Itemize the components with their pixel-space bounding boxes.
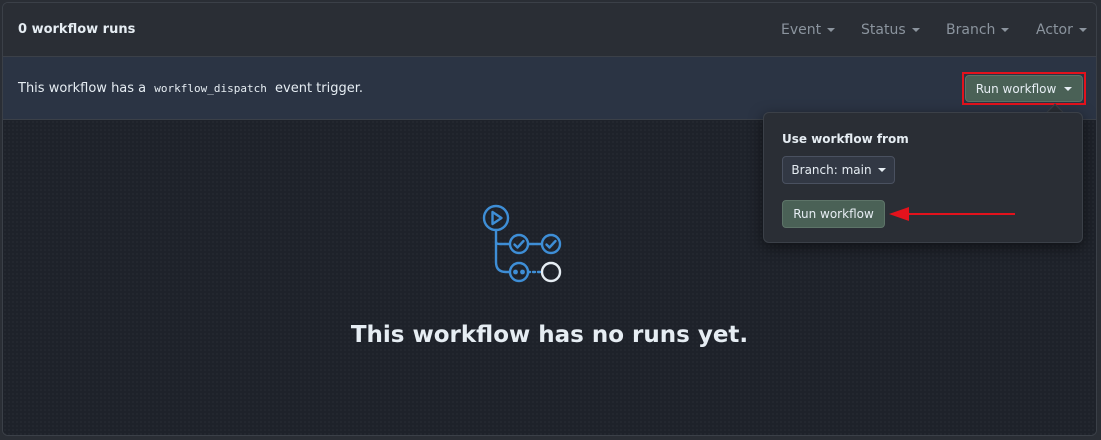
- run-workflow-dropdown-button[interactable]: Run workflow: [965, 75, 1083, 102]
- use-workflow-from-label: Use workflow from: [782, 132, 909, 146]
- event-trigger-code: workflow_dispatch: [154, 82, 267, 95]
- branch-filter-label: Branch: [946, 22, 996, 38]
- branch-select-button[interactable]: Branch: main: [782, 156, 895, 184]
- chevron-down-icon: [827, 28, 836, 32]
- event-filter[interactable]: Event: [781, 22, 836, 38]
- chevron-down-icon: [877, 168, 886, 172]
- red-arrow-annotation-icon: [889, 207, 1015, 221]
- runs-count-title: 0 workflow runs: [18, 22, 136, 37]
- actor-filter[interactable]: Actor: [1036, 22, 1087, 38]
- runs-header: 0 workflow runs Event Status Branch Acto…: [3, 3, 1096, 57]
- workflow-graph-icon: [482, 204, 562, 283]
- chevron-down-icon: [1064, 86, 1073, 91]
- run-workflow-submit-label: Run workflow: [793, 207, 874, 221]
- run-workflow-submit-button[interactable]: Run workflow: [782, 200, 885, 228]
- status-filter[interactable]: Status: [861, 22, 920, 38]
- status-filter-label: Status: [861, 22, 906, 38]
- dispatch-banner-text: This workflow has a workflow_dispatch ev…: [18, 81, 363, 96]
- workflow-runs-panel: 0 workflow runs Event Status Branch Acto…: [2, 2, 1097, 436]
- run-workflow-button-label: Run workflow: [975, 81, 1057, 96]
- chevron-down-icon: [1078, 28, 1087, 32]
- event-filter-label: Event: [781, 22, 822, 38]
- banner-text-after: event trigger.: [275, 81, 364, 96]
- actor-filter-label: Actor: [1036, 22, 1073, 38]
- branch-filter[interactable]: Branch: [946, 22, 1010, 38]
- dispatch-banner: This workflow has a workflow_dispatch ev…: [3, 57, 1096, 120]
- chevron-down-icon: [1001, 28, 1010, 32]
- branch-select-label: Branch: main: [791, 163, 872, 177]
- chevron-down-icon: [911, 28, 920, 32]
- banner-text-before: This workflow has a: [18, 81, 147, 96]
- empty-state-title: This workflow has no runs yet.: [350, 322, 749, 348]
